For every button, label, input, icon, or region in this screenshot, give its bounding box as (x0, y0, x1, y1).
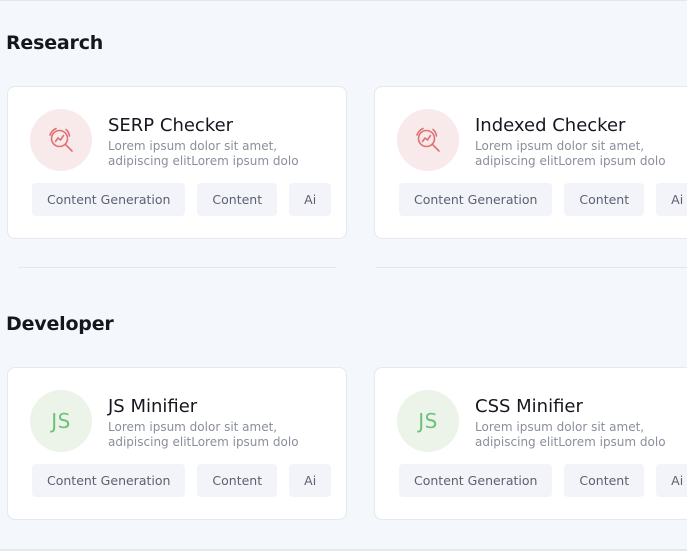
js-icon: JS (51, 409, 71, 433)
tag-ai[interactable]: Ai (289, 464, 332, 497)
search-analytics-icon (416, 127, 440, 152)
tag-content[interactable]: Content (564, 183, 645, 216)
tool-description: Lorem ipsum dolor sit amet, adipiscing e… (475, 139, 666, 168)
tool-icon: JS (397, 390, 459, 452)
section-title-research: Research (6, 32, 104, 54)
section-divider (376, 267, 687, 268)
tag-ai[interactable]: Ai (656, 183, 687, 216)
section-title-developer: Developer (6, 313, 114, 335)
tag-content-generation[interactable]: Content Generation (399, 464, 553, 497)
section-divider (18, 267, 336, 268)
tool-card-css-minifier[interactable]: JS CSS Minifier Lorem ipsum dolor sit am… (374, 367, 687, 520)
tool-title: SERP Checker (108, 115, 234, 136)
tool-icon: JS (30, 390, 92, 452)
tool-card-indexed-checker[interactable]: Indexed Checker Lorem ipsum dolor sit am… (374, 86, 687, 239)
tool-title: Indexed Checker (475, 115, 626, 136)
search-analytics-icon (49, 127, 73, 152)
tag-content-generation[interactable]: Content Generation (32, 183, 186, 216)
top-border (0, 0, 687, 1)
tag-content[interactable]: Content (564, 464, 645, 497)
tool-description: Lorem ipsum dolor sit amet, adipiscing e… (108, 139, 299, 168)
tool-title: CSS Minifier (475, 396, 583, 417)
tag-ai[interactable]: Ai (289, 183, 332, 216)
js-icon: JS (418, 409, 438, 433)
tag-list: Content Generation Content Ai (399, 464, 687, 497)
tag-list: Content Generation Content Ai (32, 464, 332, 497)
tag-list: Content Generation Content Ai (399, 183, 687, 216)
tag-content-generation[interactable]: Content Generation (399, 183, 553, 216)
tag-content-generation[interactable]: Content Generation (32, 464, 186, 497)
tag-content[interactable]: Content (197, 183, 278, 216)
tag-content[interactable]: Content (197, 464, 278, 497)
tool-description: Lorem ipsum dolor sit amet, adipiscing e… (475, 420, 666, 449)
tool-card-serp-checker[interactable]: SERP Checker Lorem ipsum dolor sit amet,… (7, 86, 347, 239)
tool-icon (30, 109, 92, 171)
tool-description: Lorem ipsum dolor sit amet, adipiscing e… (108, 420, 299, 449)
tool-card-js-minifier[interactable]: JS JS Minifier Lorem ipsum dolor sit ame… (7, 367, 347, 520)
tag-ai[interactable]: Ai (656, 464, 687, 497)
tool-title: JS Minifier (108, 396, 198, 417)
tool-icon (397, 109, 459, 171)
tag-list: Content Generation Content Ai (32, 183, 332, 216)
